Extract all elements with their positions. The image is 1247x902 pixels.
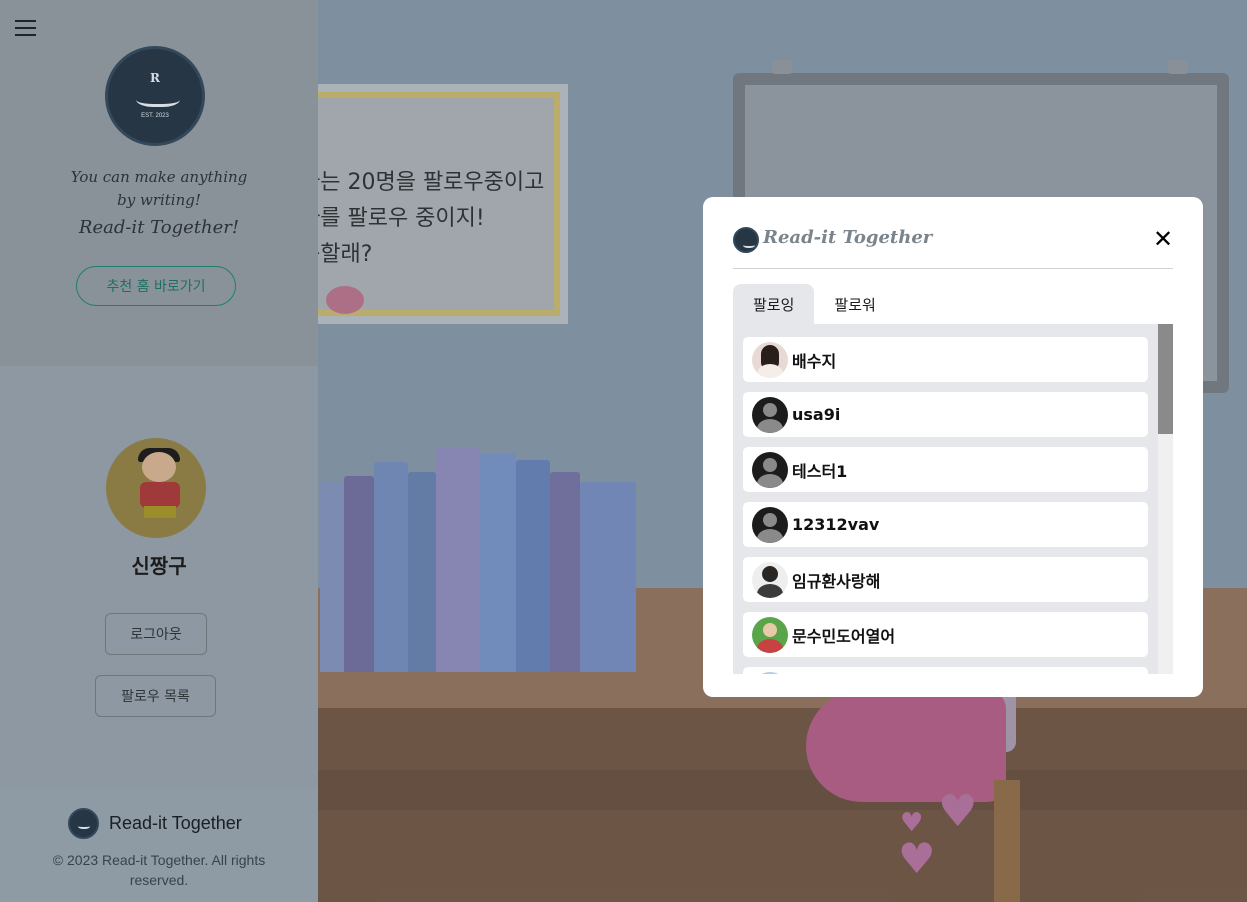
list-item[interactable]: 문수민도어열어 xyxy=(743,612,1148,657)
close-icon[interactable]: ✕ xyxy=(1151,225,1175,253)
read-it-together-logo: R EST. 2023 xyxy=(105,46,205,146)
avatar xyxy=(752,341,788,378)
default-avatar-icon xyxy=(752,506,788,543)
default-avatar-icon xyxy=(752,451,788,488)
list-item[interactable]: 테스터1 xyxy=(743,447,1148,492)
tagline-brand: Read-it Together! xyxy=(78,217,240,238)
avatar xyxy=(752,616,788,653)
footer-title: Read-it Together xyxy=(109,812,242,833)
recommend-home-button[interactable]: 추천 홈 바로가기 xyxy=(76,266,236,306)
user-name: 12312vav xyxy=(792,515,880,534)
logout-button[interactable]: 로그아웃 xyxy=(105,613,207,655)
sidebar-footer: Read-it Together © 2023 Read-it Together… xyxy=(0,788,318,902)
follow-list-button[interactable]: 팔로우 목록 xyxy=(95,675,216,717)
user-name: 배수지 xyxy=(792,351,837,371)
user-name: 문수민도어열어 xyxy=(792,626,896,646)
avatar xyxy=(752,561,788,598)
list-item[interactable]: usa9i xyxy=(743,392,1148,437)
list-item[interactable]: 배수지 xyxy=(743,337,1148,382)
scrollbar-thumb[interactable] xyxy=(1158,324,1173,434)
read-it-together-logo xyxy=(68,807,99,839)
open-book-icon xyxy=(136,89,180,107)
scrollbar[interactable] xyxy=(1158,324,1173,674)
list-item[interactable]: 임규환사랑해 xyxy=(743,557,1148,602)
sidebar: R EST. 2023 You can make anything by wri… xyxy=(0,0,318,902)
tagline-line-2: by writing! xyxy=(117,191,201,209)
follow-list-modal: Read-it Together ✕ 팔로잉 팔로워 배수지 usa9i 테스터… xyxy=(703,197,1203,697)
default-avatar-icon xyxy=(752,396,788,433)
follow-tabs: 팔로잉 팔로워 xyxy=(733,284,896,324)
profile-username: 신짱구 xyxy=(131,554,187,578)
list-item[interactable]: 12312vav xyxy=(743,502,1148,547)
hamburger-icon[interactable] xyxy=(15,19,36,37)
profile-avatar xyxy=(106,438,206,538)
user-name: 테스터1 xyxy=(792,461,848,481)
avatar xyxy=(752,671,788,674)
read-it-together-logo xyxy=(733,227,759,253)
modal-header: Read-it Together ✕ xyxy=(733,223,1173,269)
copyright: © 2023 Read-it Together. All rights rese… xyxy=(52,852,266,888)
tagline-line-1: You can make anything xyxy=(70,168,248,186)
user-name: usa9i xyxy=(792,405,841,424)
modal-title: Read-it Together xyxy=(763,227,933,248)
tab-following[interactable]: 팔로잉 xyxy=(733,284,815,324)
tab-followers[interactable]: 팔로워 xyxy=(814,284,895,324)
footer-brand: Read-it Together xyxy=(68,807,242,839)
following-list: 배수지 usa9i 테스터1 12312vav 임규환사랑해 문수민도어열어 xyxy=(733,324,1173,674)
user-name: 임규환사랑해 xyxy=(792,571,881,591)
list-item[interactable] xyxy=(743,667,1148,674)
